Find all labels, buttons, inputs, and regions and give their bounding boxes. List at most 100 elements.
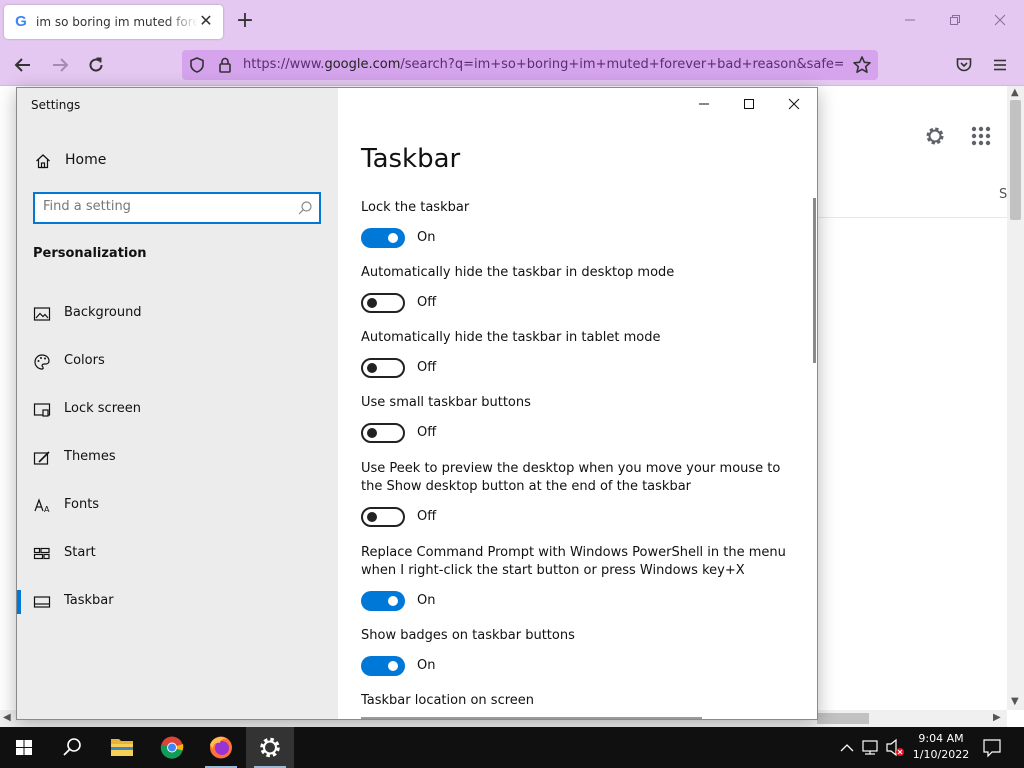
url-bar[interactable]: https://www.google.com/search?q=im+so+bo…: [182, 50, 878, 80]
lock-taskbar-toggle[interactable]: [361, 228, 405, 248]
scroll-up-icon[interactable]: ▲: [1011, 87, 1019, 98]
page-vertical-scroll-thumb[interactable]: [1010, 100, 1021, 220]
autohide-desktop-toggle[interactable]: [361, 293, 405, 313]
file-explorer-button[interactable]: [98, 727, 146, 768]
settings-maximize-icon[interactable]: [734, 96, 764, 114]
picture-icon: [33, 305, 51, 323]
sidebar-item-label: Background: [64, 305, 142, 320]
volume-muted-icon[interactable]: [884, 727, 906, 768]
forward-arrow-icon[interactable]: [47, 52, 73, 78]
toggle-state: Off: [417, 295, 437, 310]
settings-window: Settings Home Personalization Background: [16, 87, 818, 720]
page-apps-grid-icon[interactable]: [970, 125, 992, 147]
option-peek: Use Peek to preview the desktop when you…: [361, 460, 801, 529]
svg-text:A: A: [44, 505, 50, 514]
find-setting-search-box[interactable]: [33, 192, 321, 224]
scroll-left-icon[interactable]: ◀: [3, 712, 11, 723]
show-hidden-icons-chevron-icon[interactable]: [838, 727, 856, 768]
sidebar-item-colors[interactable]: Colors: [17, 342, 338, 382]
settings-close-icon[interactable]: [779, 96, 809, 114]
taskbar-icon: [33, 593, 51, 611]
peek-toggle[interactable]: [361, 507, 405, 527]
scroll-right-icon[interactable]: ▶: [993, 712, 1001, 723]
sidebar-item-lock-screen[interactable]: Lock screen: [17, 390, 338, 430]
lock-screen-icon: [33, 401, 51, 419]
hamburger-menu-icon[interactable]: [991, 56, 1009, 74]
sidebar-item-start[interactable]: Start: [17, 534, 338, 574]
badges-toggle[interactable]: [361, 656, 405, 676]
taskbar-location-dropdown[interactable]: [361, 717, 702, 719]
lock-icon[interactable]: [216, 56, 234, 74]
personalization-section-title: Personalization: [33, 246, 147, 261]
action-center-icon[interactable]: [980, 727, 1004, 768]
settings-app-button[interactable]: [246, 727, 294, 768]
chrome-button[interactable]: [148, 727, 196, 768]
sidebar-item-label: Lock screen: [64, 401, 141, 416]
shield-icon[interactable]: [188, 56, 206, 74]
browser-minimize-icon[interactable]: [900, 12, 920, 32]
browser-restore-icon[interactable]: [945, 12, 965, 32]
option-powershell: Replace Command Prompt with Windows Powe…: [361, 544, 801, 613]
autohide-tablet-toggle[interactable]: [361, 358, 405, 378]
reload-icon[interactable]: [83, 52, 109, 78]
chrome-icon: [148, 736, 196, 768]
page-settings-gear-icon[interactable]: [923, 124, 947, 148]
settings-minimize-icon[interactable]: [689, 96, 719, 114]
option-autohide-tablet: Automatically hide the taskbar in tablet…: [361, 329, 801, 380]
option-label: Automatically hide the taskbar in tablet…: [361, 330, 661, 345]
start-button[interactable]: [0, 727, 48, 768]
sidebar-item-label: Themes: [64, 449, 116, 464]
toggle-state: Off: [417, 360, 437, 375]
option-label: Lock the taskbar: [361, 200, 470, 215]
clock-time: 9:04 AM: [918, 732, 964, 745]
sidebar-item-background[interactable]: Background: [17, 294, 338, 334]
scroll-down-icon[interactable]: ▼: [1011, 696, 1019, 707]
settings-content-scrollbar[interactable]: [813, 198, 816, 363]
sidebar-item-themes[interactable]: Themes: [17, 438, 338, 478]
search-icon: [48, 738, 96, 768]
google-favicon-icon: G: [15, 13, 27, 30]
sidebar-item-label: Colors: [64, 353, 105, 368]
clock-date: 1/10/2022: [912, 748, 970, 761]
bookmark-star-icon[interactable]: [852, 55, 872, 75]
page-horizontal-scroll-thumb[interactable]: [817, 713, 869, 724]
toggle-state: On: [417, 230, 436, 245]
sidebar-item-taskbar[interactable]: Taskbar: [17, 582, 338, 622]
sidebar-item-fonts[interactable]: A Fonts: [17, 486, 338, 526]
option-label: Replace Command Prompt with Windows Powe…: [361, 545, 786, 578]
option-label: Automatically hide the taskbar in deskto…: [361, 265, 675, 280]
windows-taskbar: 9:04 AM 1/10/2022: [0, 727, 1024, 768]
small-buttons-toggle[interactable]: [361, 423, 405, 443]
network-icon[interactable]: [860, 727, 882, 768]
option-taskbar-location: Taskbar location on screen: [361, 692, 801, 710]
sidebar-item-label: Start: [64, 545, 96, 560]
search-icon[interactable]: [297, 200, 313, 216]
option-label: Use small taskbar buttons: [361, 395, 531, 410]
firefox-icon: [197, 736, 245, 768]
home-label: Home: [65, 152, 107, 168]
sidebar-item-label: Fonts: [64, 497, 100, 512]
taskbar-search-button[interactable]: [48, 727, 96, 768]
firefox-button[interactable]: [197, 727, 245, 768]
pocket-icon[interactable]: [955, 56, 973, 74]
settings-window-title: Settings: [31, 98, 81, 112]
option-label: Use Peek to preview the desktop when you…: [361, 461, 781, 494]
start-icon: [33, 545, 51, 563]
url-text[interactable]: https://www.google.com/search?q=im+so+bo…: [243, 57, 843, 72]
option-label: Show badges on taskbar buttons: [361, 628, 575, 643]
tab-close-icon[interactable]: ✕: [197, 12, 215, 30]
tab-title: im so boring im muted forever bad reason…: [36, 15, 198, 29]
browser-close-icon[interactable]: [990, 12, 1010, 32]
new-tab-button[interactable]: +: [234, 10, 256, 33]
taskbar-clock[interactable]: 9:04 AM 1/10/2022: [908, 731, 974, 763]
find-setting-input[interactable]: [43, 199, 283, 214]
page-vertical-scrollbar[interactable]: ▲ ▼: [1007, 86, 1024, 710]
browser-tab[interactable]: G im so boring im muted forever bad reas…: [4, 5, 223, 39]
back-arrow-icon[interactable]: [10, 52, 36, 78]
powershell-toggle[interactable]: [361, 591, 405, 611]
browser-nav-bar: https://www.google.com/search?q=im+so+bo…: [0, 44, 1024, 86]
option-autohide-desktop: Automatically hide the taskbar in deskto…: [361, 264, 801, 315]
option-lock-taskbar: Lock the taskbar On: [361, 199, 801, 250]
folder-icon: [98, 739, 146, 768]
settings-content-pane: Taskbar Lock the taskbar On Automaticall…: [338, 88, 817, 719]
